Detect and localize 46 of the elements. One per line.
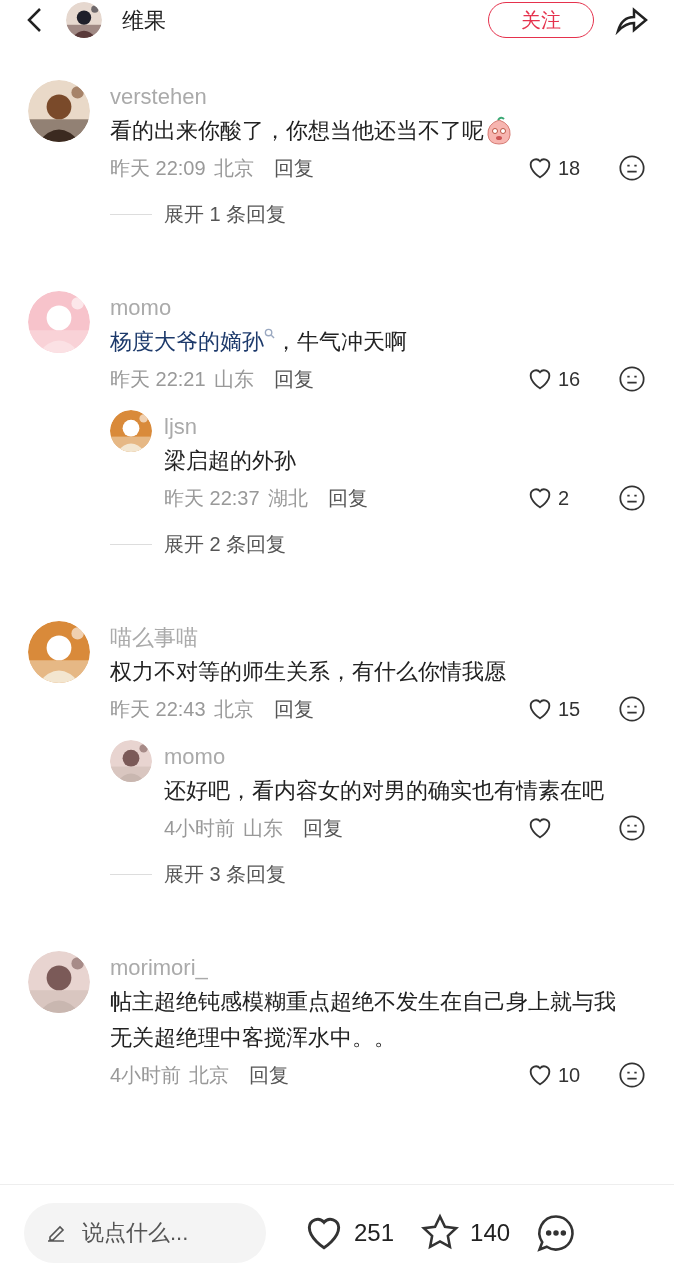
emoji-face-icon[interactable] (618, 154, 646, 182)
emoji-face-icon[interactable] (618, 1061, 646, 1089)
comment-time: 昨天 22:21 (110, 367, 206, 392)
comment-text: 梁启超的外孙 (164, 447, 296, 475)
search-icon (264, 328, 275, 339)
emoji-face-icon[interactable] (618, 365, 646, 393)
reply-button[interactable]: 回复 (273, 694, 314, 724)
star-count: 140 (470, 1217, 511, 1248)
comment-location: 北京 (189, 1063, 230, 1088)
share-icon[interactable] (614, 5, 650, 35)
like-count: 16 (558, 367, 581, 392)
reply-button[interactable]: 回复 (327, 483, 368, 513)
like-count: 18 (558, 156, 581, 181)
comment-text: 还好吧，看内容女的对男的确实也有情素在吧 (164, 777, 604, 805)
comment-location: 山东 (213, 367, 254, 392)
like-count: 2 (558, 486, 570, 511)
comment-time: 昨天 22:43 (110, 697, 206, 722)
expand-replies-button[interactable]: 展开 1 条回复 (164, 199, 287, 229)
comment-location: 山东 (243, 816, 284, 841)
topic-link[interactable]: 杨度大爷的嫡孙 (110, 324, 275, 360)
reply-button[interactable]: 回复 (249, 1060, 290, 1090)
expand-replies-button[interactable]: 展开 3 条回复 (164, 859, 287, 889)
comment-input[interactable]: 说点什么... (24, 1202, 266, 1263)
comment-time: 昨天 22:09 (110, 156, 206, 181)
comment-text: ，牛气冲天啊 (275, 328, 407, 356)
like-count: 10 (558, 1063, 581, 1088)
like-count: 15 (558, 697, 581, 722)
reply-button[interactable]: 回复 (273, 153, 314, 183)
comment-text: 帖主超绝钝感模糊重点超绝不发生在自己身上就与我无关超绝理中客搅浑水中。。 (110, 988, 617, 1052)
comment-location: 湖北 (267, 486, 308, 511)
reply-button[interactable]: 回复 (273, 364, 314, 394)
emoji-face-icon[interactable] (618, 814, 646, 842)
like-count: 251 (354, 1217, 395, 1248)
comment-text: 权力不对等的师生关系，有什么你情我愿 (110, 658, 506, 686)
emoji-face-icon[interactable] (618, 484, 646, 512)
comment-time: 4小时前 (110, 1063, 182, 1088)
author-name: 维果 (122, 6, 166, 35)
comment-time: 4小时前 (164, 816, 236, 841)
comment-location: 北京 (213, 697, 254, 722)
expand-replies-button[interactable]: 展开 2 条回复 (164, 529, 287, 559)
comment-location: 北京 (213, 156, 254, 181)
emoji-face-icon[interactable] (618, 695, 646, 723)
peach-sticker-icon (484, 116, 514, 146)
comment-text: 看的出来你酸了，你想当他还当不了呢 (110, 117, 484, 145)
reply-button[interactable]: 回复 (303, 813, 344, 843)
comment-time: 昨天 22:37 (164, 486, 260, 511)
